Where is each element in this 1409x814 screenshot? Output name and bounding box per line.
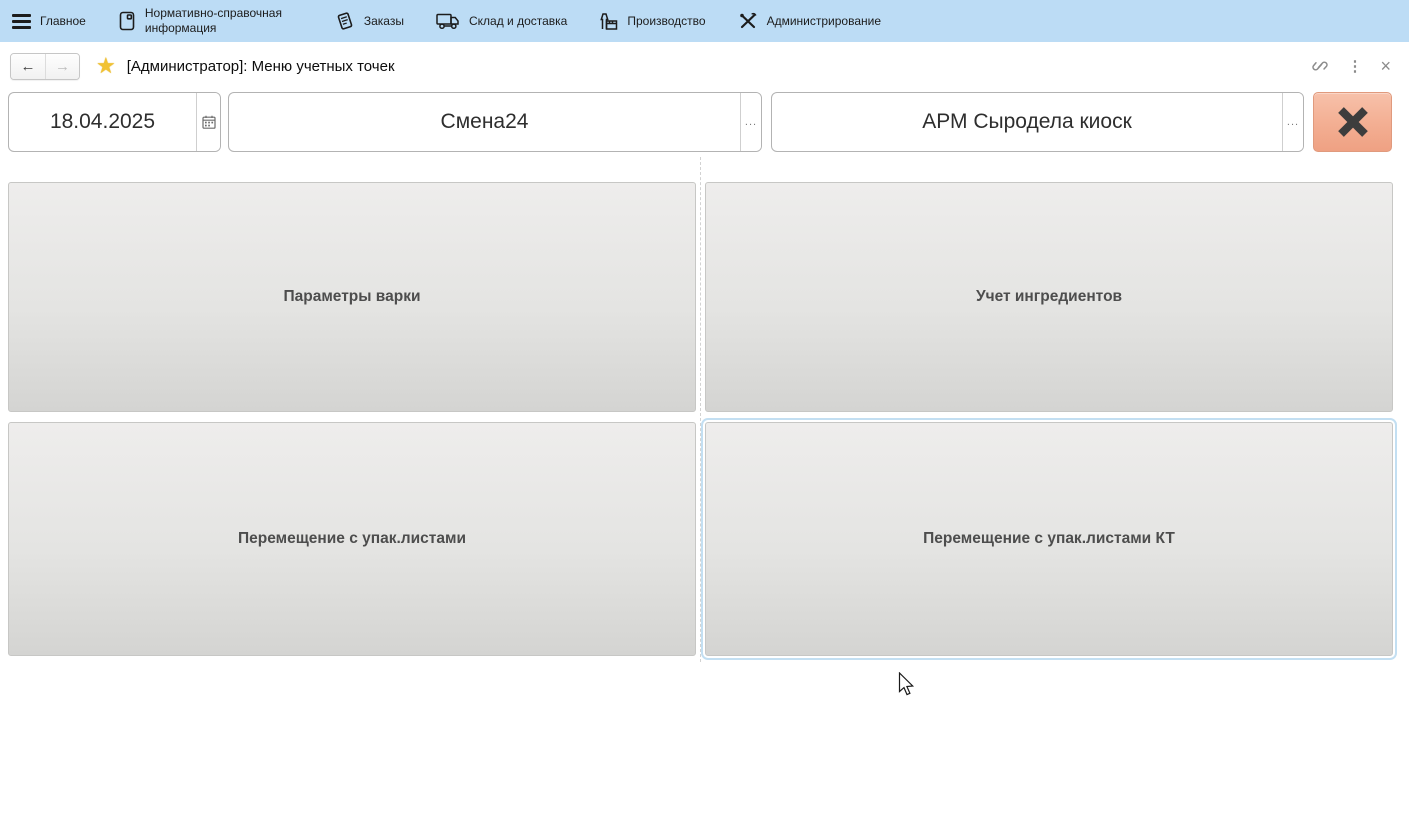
tile-cooking-parameters[interactable]: Параметры варки [8,182,696,412]
shift-choose-button[interactable]: ... [740,93,761,151]
workstation-field: АРМ Сыродела киоск ... [771,92,1304,152]
tile-ingredient-accounting[interactable]: Учет ингредиентов [705,182,1393,412]
menu-item-main[interactable]: Главное [12,13,86,30]
menu-item-production[interactable]: Производство [599,12,705,31]
workstation-input[interactable]: АРМ Сыродела киоск [772,93,1282,151]
mouse-cursor-icon [898,672,916,698]
truck-icon [436,12,460,30]
menu-item-label: Склад и доставка [469,14,567,29]
book-icon [118,11,136,31]
tile-transfer-packing-lists-kt[interactable]: Перемещение с упак.листами КТ [705,422,1393,656]
shift-field: Смена24 ... [228,92,762,152]
tools-icon [738,11,758,31]
forward-arrow-icon[interactable]: → [45,54,79,79]
date-field: 18.04.2025 [8,92,221,152]
receipt-icon [335,11,355,32]
close-form-icon[interactable]: × [1380,57,1391,75]
tile-transfer-packing-lists[interactable]: Перемещение с упак.листами [8,422,696,656]
menu-item-warehouse-delivery[interactable]: Склад и доставка [436,12,567,30]
menu-item-reference-info[interactable]: Нормативно-справочная информация [118,6,303,36]
menu-item-label: Администрирование [767,14,881,29]
shift-input[interactable]: Смена24 [229,93,740,151]
more-dots-icon[interactable]: ⋮ [1347,59,1362,74]
factory-icon [599,12,618,31]
form-header-actions: ⋮ × [1311,57,1391,75]
menu-item-administration[interactable]: Администрирование [738,11,881,31]
history-nav-group: ← → [10,53,80,80]
grid-column-separator [700,157,701,662]
toolbar-fields-row: 18.04.2025 Смена24 ... АРМ Сыродела киос… [8,92,1392,152]
back-arrow-icon[interactable]: ← [11,54,45,79]
link-icon[interactable] [1311,58,1329,74]
star-icon[interactable]: ★ [96,55,116,77]
close-session-button[interactable] [1313,92,1392,152]
calendar-icon[interactable] [196,93,220,151]
close-x-icon [1335,104,1371,140]
workstation-choose-button[interactable]: ... [1282,93,1303,151]
date-input[interactable]: 18.04.2025 [9,93,196,151]
menu-item-label: Нормативно-справочная информация [145,6,303,36]
menu-item-label: Заказы [364,14,404,29]
form-title: [Администратор]: Меню учетных точек [127,58,395,75]
menu-item-label: Производство [627,14,705,29]
menu-item-orders[interactable]: Заказы [335,11,404,32]
hamburger-icon [12,13,31,30]
form-header-bar: ← → ★ [Администратор]: Меню учетных точе… [0,42,1409,90]
menu-item-label: Главное [40,14,86,29]
section-menu-bar: Главное Нормативно-справочная информация… [0,0,1409,42]
